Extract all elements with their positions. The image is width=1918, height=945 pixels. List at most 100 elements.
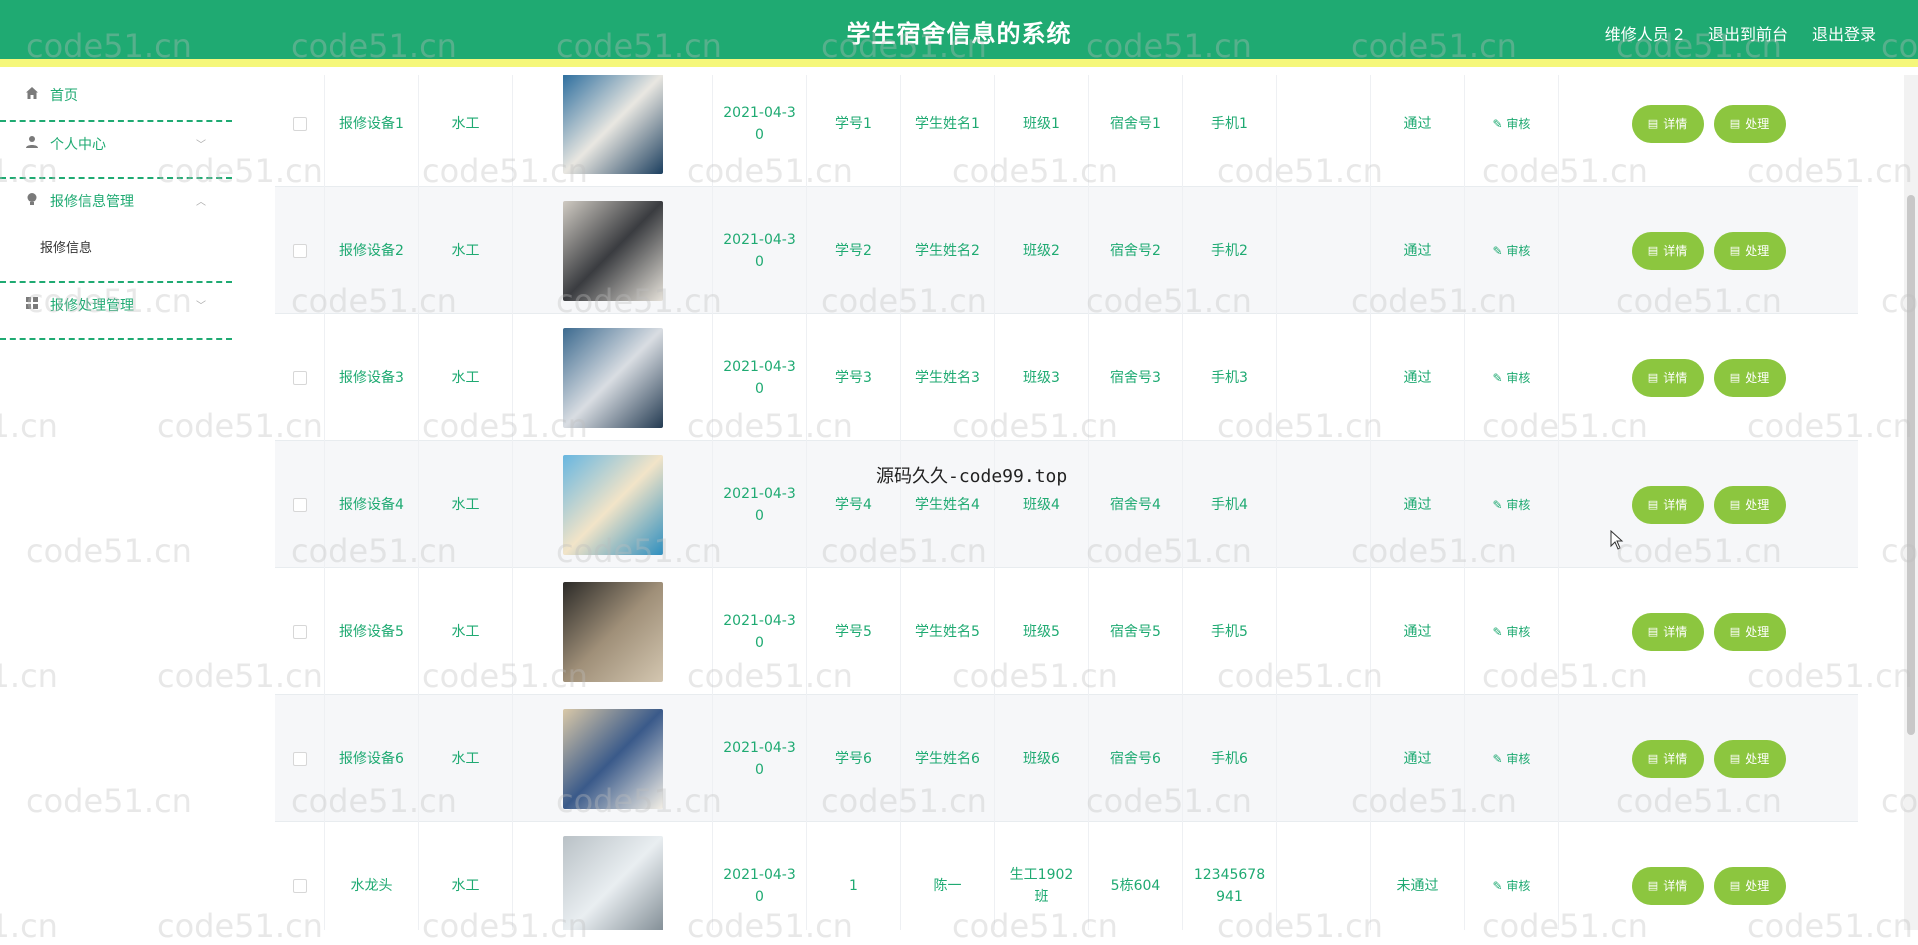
- back-to-frontend-link[interactable]: 退出到前台: [1708, 21, 1788, 45]
- audit-label: 审核: [1506, 751, 1531, 766]
- document-icon: ▤: [1647, 243, 1659, 257]
- overlay-text: 源码久久-code99.top: [876, 466, 1068, 487]
- device-cell: 报修设备4: [325, 441, 419, 568]
- audit-link[interactable]: ✎ 审核: [1493, 494, 1531, 516]
- cls-cell: 班级1: [995, 75, 1089, 187]
- select-cell: [275, 314, 325, 441]
- cls-cell: 班级4: [995, 441, 1089, 568]
- type-cell: 水工: [419, 441, 513, 568]
- row-checkbox[interactable]: [292, 116, 307, 131]
- process-button[interactable]: ▤ 处理: [1713, 104, 1786, 143]
- process-button[interactable]: ▤ 处理: [1713, 231, 1786, 270]
- repair-photo: [562, 75, 663, 174]
- phone-cell: 手机3: [1183, 314, 1277, 441]
- document-icon: ▤: [1647, 751, 1659, 765]
- edit-icon: ✎: [1492, 878, 1507, 893]
- dorm-cell: 5栋604: [1089, 822, 1183, 930]
- process-button[interactable]: ▤ 处理: [1713, 612, 1786, 651]
- detail-button[interactable]: ▤ 详情: [1631, 485, 1704, 524]
- sidebar-item-home[interactable]: 首页: [0, 75, 232, 122]
- process-button[interactable]: ▤ 处理: [1713, 866, 1786, 905]
- audit-label: 审核: [1506, 497, 1531, 512]
- sidebar-item-personal[interactable]: 个人中心 ﹀: [0, 122, 232, 179]
- audit-label: 审核: [1506, 116, 1531, 131]
- phone-cell: 手机1: [1183, 75, 1277, 187]
- audit-cell: ✎ 审核: [1465, 314, 1559, 441]
- detail-button[interactable]: ▤ 详情: [1631, 358, 1704, 397]
- audit-link[interactable]: ✎ 审核: [1493, 113, 1531, 135]
- home-icon: [24, 85, 40, 101]
- sidebar-item-repair-info-mgmt[interactable]: 报修信息管理 ︿: [0, 179, 232, 221]
- sname-cell: 学生姓名5: [901, 568, 995, 695]
- audit-link[interactable]: ✎ 审核: [1493, 621, 1531, 643]
- image-cell: [513, 75, 713, 187]
- detail-label: 详情: [1663, 497, 1688, 512]
- table-row: 报修设备2 水工 2021-04-30 学号2 学生姓名2 班级2 宿舍号2 手机2 通过 ✎ 审…: [275, 187, 1858, 314]
- operations-cell: ▤ 详情 ▤ 处理: [1559, 695, 1858, 822]
- detail-button[interactable]: ▤ 详情: [1631, 231, 1704, 270]
- user-role-label[interactable]: 维修人员 2: [1605, 21, 1684, 45]
- sname-cell: 陈一: [901, 822, 995, 930]
- document-icon: ▤: [1647, 116, 1659, 130]
- sno-cell: 学号6: [807, 695, 901, 822]
- detail-label: 详情: [1663, 751, 1688, 766]
- row-checkbox[interactable]: [292, 243, 307, 258]
- empty-cell: [1277, 187, 1371, 314]
- image-cell: [513, 568, 713, 695]
- operations-cell: ▤ 详情 ▤ 处理: [1559, 314, 1858, 441]
- status-cell: 通过: [1371, 568, 1465, 695]
- audit-link[interactable]: ✎ 审核: [1493, 748, 1531, 770]
- row-checkbox[interactable]: [292, 370, 307, 385]
- process-button[interactable]: ▤ 处理: [1713, 739, 1786, 778]
- sidebar-item-label: 报修处理管理: [50, 298, 134, 314]
- row-checkbox[interactable]: [292, 751, 307, 766]
- scrollbar-thumb[interactable]: [1907, 195, 1915, 735]
- logout-link[interactable]: 退出登录: [1812, 21, 1876, 45]
- sidebar-item-repair-process-mgmt[interactable]: 报修处理管理 ﹀: [0, 283, 232, 340]
- table-row: 报修设备3 水工 2021-04-30 学号3 学生姓名3 班级3 宿舍号3 手机3 通过 ✎ 审…: [275, 314, 1858, 441]
- edit-icon: ✎: [1492, 751, 1507, 766]
- audit-link[interactable]: ✎ 审核: [1493, 367, 1531, 389]
- type-cell: 水工: [419, 568, 513, 695]
- audit-link[interactable]: ✎ 审核: [1493, 240, 1531, 262]
- audit-label: 审核: [1506, 624, 1531, 639]
- sno-cell: 学号3: [807, 314, 901, 441]
- scrollbar[interactable]: [1904, 75, 1918, 930]
- image-cell: [513, 695, 713, 822]
- detail-button[interactable]: ▤ 详情: [1631, 866, 1704, 905]
- sname-cell: 学生姓名4: [901, 441, 995, 568]
- row-checkbox[interactable]: [292, 878, 307, 893]
- process-label: 处理: [1745, 116, 1770, 131]
- row-checkbox[interactable]: [292, 624, 307, 639]
- detail-button[interactable]: ▤ 详情: [1631, 739, 1704, 778]
- phone-cell: 手机5: [1183, 568, 1277, 695]
- detail-button[interactable]: ▤ 详情: [1631, 612, 1704, 651]
- type-cell: 水工: [419, 187, 513, 314]
- dorm-cell: 宿舍号2: [1089, 187, 1183, 314]
- document-icon: ▤: [1729, 116, 1741, 130]
- device-cell: 水龙头: [325, 822, 419, 930]
- phone-cell: 手机6: [1183, 695, 1277, 822]
- status-cell: 未通过: [1371, 822, 1465, 930]
- process-button[interactable]: ▤ 处理: [1713, 358, 1786, 397]
- operations-cell: ▤ 详情 ▤ 处理: [1559, 568, 1858, 695]
- sidebar-subitem-repair-info[interactable]: 报修信息: [0, 231, 232, 261]
- chevron-down-icon: ﹀: [196, 140, 206, 151]
- sno-cell: 学号2: [807, 187, 901, 314]
- row-checkbox[interactable]: [292, 497, 307, 512]
- image-cell: [513, 441, 713, 568]
- dorm-cell: 宿舍号3: [1089, 314, 1183, 441]
- empty-cell: [1277, 314, 1371, 441]
- document-icon: ▤: [1729, 370, 1741, 384]
- date-cell: 2021-04-30: [713, 314, 807, 441]
- sname-cell: 学生姓名6: [901, 695, 995, 822]
- detail-label: 详情: [1663, 243, 1688, 258]
- status-cell: 通过: [1371, 441, 1465, 568]
- date-cell: 2021-04-30: [713, 568, 807, 695]
- select-cell: [275, 568, 325, 695]
- process-button[interactable]: ▤ 处理: [1713, 485, 1786, 524]
- audit-link[interactable]: ✎ 审核: [1493, 875, 1531, 897]
- detail-button[interactable]: ▤ 详情: [1631, 104, 1704, 143]
- table-row: 报修设备1 水工 2021-04-30 学号1 学生姓名1 班级1 宿舍号1 手机1 通过 ✎ 审…: [275, 75, 1858, 187]
- submenu: 报修信息: [0, 221, 232, 283]
